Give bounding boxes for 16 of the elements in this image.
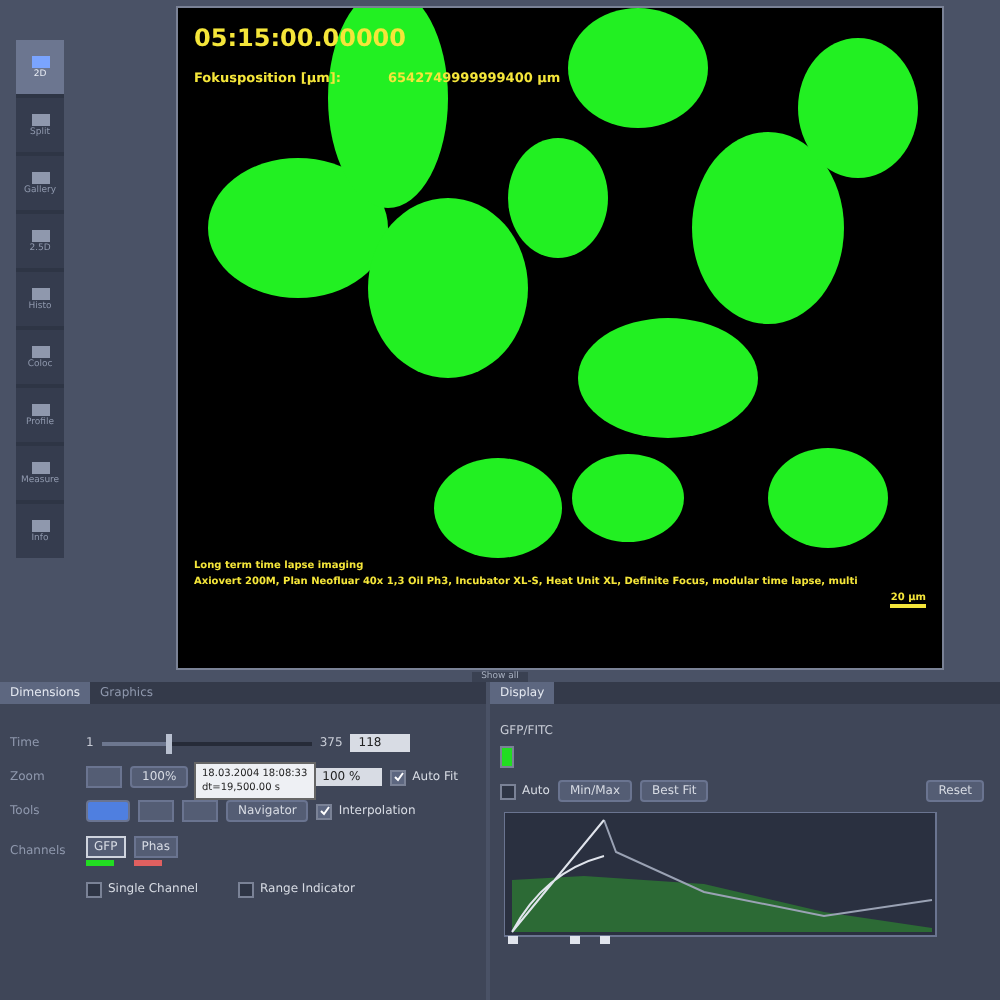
tool-button[interactable] xyxy=(182,800,218,822)
view-icon xyxy=(31,287,49,299)
checkmark-icon xyxy=(319,805,330,815)
view-icon xyxy=(31,403,49,415)
view-icon xyxy=(31,345,49,357)
view-icon xyxy=(31,519,49,531)
view-icon xyxy=(31,55,49,67)
view-icon xyxy=(31,171,49,183)
view-icon xyxy=(31,229,49,241)
zoom-tool-button[interactable] xyxy=(86,766,122,788)
view-icon xyxy=(31,461,49,473)
tool-button[interactable] xyxy=(138,800,174,822)
color-square-icon xyxy=(500,746,514,768)
pointer-tool-button[interactable] xyxy=(86,800,130,822)
checkmark-icon xyxy=(393,771,404,781)
view-icon xyxy=(31,113,49,125)
